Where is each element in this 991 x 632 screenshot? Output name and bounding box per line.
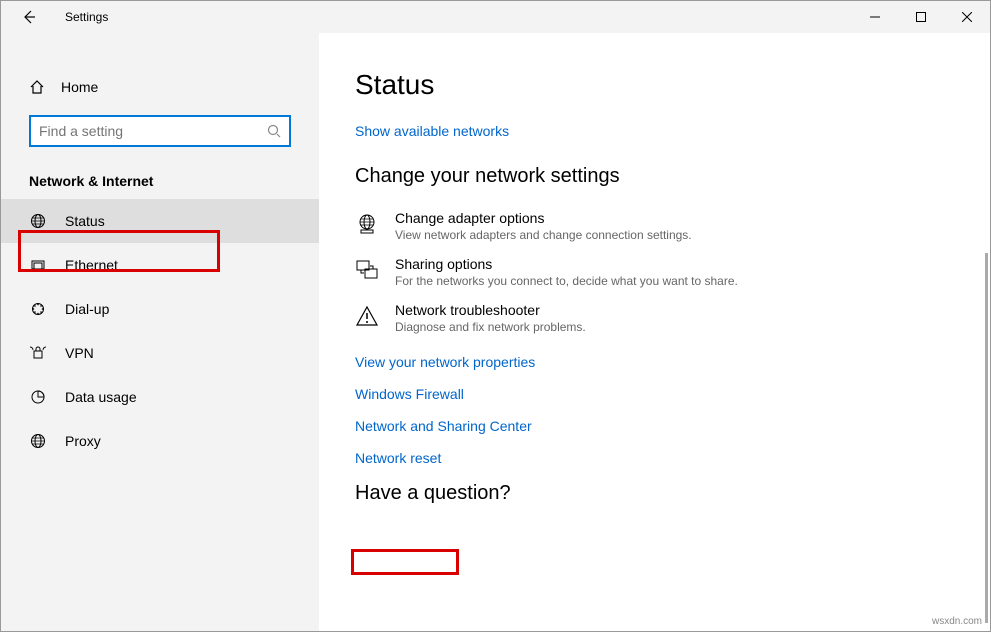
option-desc: For the networks you connect to, decide … bbox=[395, 274, 738, 288]
watermark: wsxdn.com bbox=[932, 616, 982, 627]
adapter-icon bbox=[355, 210, 379, 242]
subheading-change-settings: Change your network settings bbox=[355, 165, 990, 188]
nav-label: Status bbox=[65, 213, 105, 229]
page-heading: Status bbox=[355, 69, 990, 101]
dialup-icon bbox=[29, 300, 47, 318]
ethernet-icon bbox=[29, 256, 47, 274]
close-icon bbox=[962, 12, 972, 22]
search-input[interactable] bbox=[39, 123, 267, 139]
home-nav[interactable]: Home bbox=[1, 65, 319, 109]
maximize-button[interactable] bbox=[898, 1, 944, 33]
sidebar-item-data-usage[interactable]: Data usage bbox=[1, 375, 319, 419]
globe-icon bbox=[29, 212, 47, 230]
search-box[interactable] bbox=[29, 115, 291, 147]
link-network-sharing-center[interactable]: Network and Sharing Center bbox=[355, 418, 532, 434]
home-label: Home bbox=[61, 79, 98, 95]
sidebar-item-proxy[interactable]: Proxy bbox=[1, 419, 319, 463]
warning-icon bbox=[355, 302, 379, 334]
link-network-reset[interactable]: Network reset bbox=[355, 450, 441, 466]
nav-label: Dial-up bbox=[65, 301, 109, 317]
option-title: Sharing options bbox=[395, 256, 738, 272]
titlebar: Settings bbox=[1, 1, 990, 33]
main-pane: Status Show available networks Change yo… bbox=[319, 33, 990, 631]
minimize-icon bbox=[870, 12, 880, 22]
nav-label: VPN bbox=[65, 345, 94, 361]
option-troubleshooter[interactable]: Network troubleshooter Diagnose and fix … bbox=[355, 302, 990, 334]
sidebar-item-status[interactable]: Status bbox=[1, 199, 319, 243]
sidebar-item-dialup[interactable]: Dial-up bbox=[1, 287, 319, 331]
nav-label: Proxy bbox=[65, 433, 101, 449]
subheading-question: Have a question? bbox=[355, 482, 990, 505]
arrow-left-icon bbox=[21, 9, 37, 25]
option-title: Network troubleshooter bbox=[395, 302, 586, 318]
window-controls bbox=[852, 1, 990, 33]
option-change-adapter[interactable]: Change adapter options View network adap… bbox=[355, 210, 990, 242]
option-desc: Diagnose and fix network problems. bbox=[395, 320, 586, 334]
sidebar-item-vpn[interactable]: VPN bbox=[1, 331, 319, 375]
option-sharing[interactable]: Sharing options For the networks you con… bbox=[355, 256, 990, 288]
sidebar-section-title: Network & Internet bbox=[1, 161, 319, 199]
nav-label: Data usage bbox=[65, 389, 137, 405]
home-icon bbox=[29, 79, 45, 95]
maximize-icon bbox=[916, 12, 926, 22]
option-title: Change adapter options bbox=[395, 210, 692, 226]
link-windows-firewall[interactable]: Windows Firewall bbox=[355, 386, 464, 402]
sidebar: Home Network & Internet Status Ethernet bbox=[1, 33, 319, 631]
search-icon bbox=[267, 124, 281, 138]
globe-icon bbox=[29, 432, 47, 450]
minimize-button[interactable] bbox=[852, 1, 898, 33]
sharing-icon bbox=[355, 256, 379, 288]
vpn-icon bbox=[29, 344, 47, 362]
option-desc: View network adapters and change connect… bbox=[395, 228, 692, 242]
sidebar-item-ethernet[interactable]: Ethernet bbox=[1, 243, 319, 287]
link-show-networks[interactable]: Show available networks bbox=[355, 123, 509, 139]
link-network-properties[interactable]: View your network properties bbox=[355, 354, 535, 370]
data-usage-icon bbox=[29, 388, 47, 406]
nav-label: Ethernet bbox=[65, 257, 118, 273]
close-button[interactable] bbox=[944, 1, 990, 33]
window-title: Settings bbox=[65, 10, 108, 24]
scrollbar[interactable] bbox=[985, 253, 988, 623]
back-button[interactable] bbox=[13, 1, 45, 33]
search-wrap bbox=[1, 109, 319, 161]
